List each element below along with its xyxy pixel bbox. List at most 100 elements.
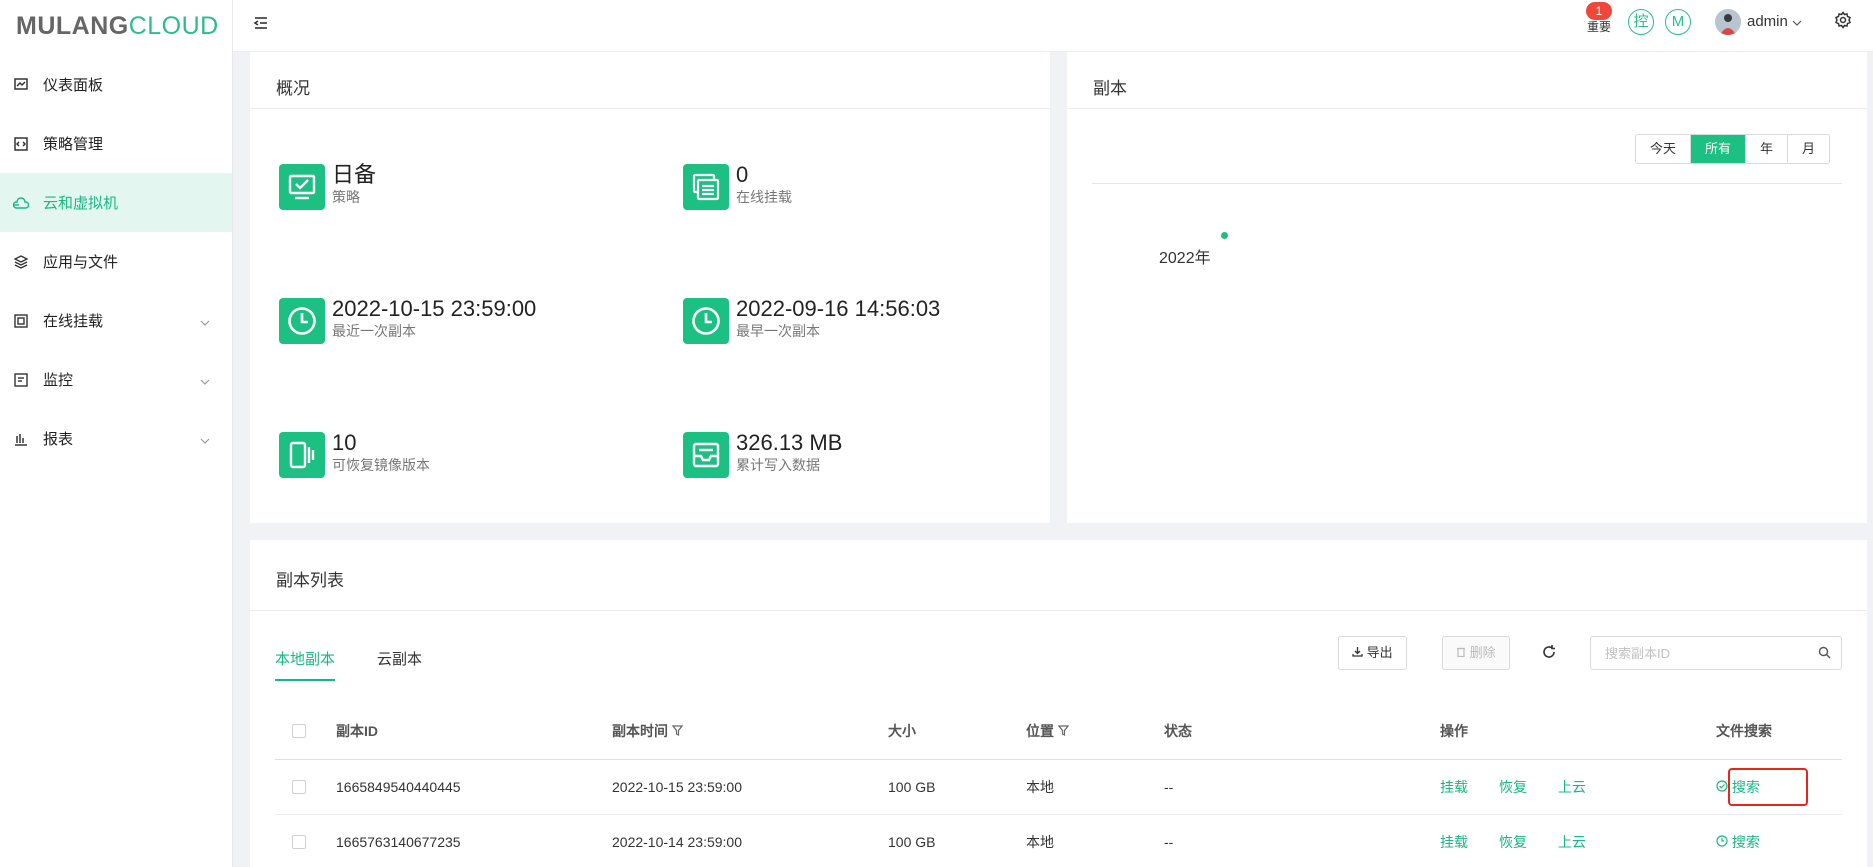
replica-location: 本地 bbox=[1026, 779, 1054, 795]
replica-location: 本地 bbox=[1026, 834, 1054, 850]
replica-size: 100 GB bbox=[888, 834, 936, 850]
control-circle-icon[interactable]: 控 bbox=[1628, 9, 1654, 35]
replica-size: 100 GB bbox=[888, 779, 936, 795]
download-icon bbox=[1352, 645, 1363, 660]
stat-earliest-replica: 2022-09-16 14:56:03 最早一次副本 bbox=[683, 296, 940, 344]
timeline-label: 2022年 bbox=[1159, 250, 1211, 267]
filter-year[interactable]: 年 bbox=[1745, 135, 1787, 163]
export-button[interactable]: 导出 bbox=[1338, 636, 1407, 670]
m-circle-icon[interactable]: M bbox=[1665, 9, 1691, 35]
stat-online-mount: 0 在线挂载 bbox=[683, 162, 792, 210]
highlight-box bbox=[1728, 768, 1808, 806]
sidebar-item-label: 云和虚拟机 bbox=[43, 195, 119, 212]
sidebar-item-apps-files[interactable]: 应用与文件 bbox=[0, 232, 232, 291]
brand-part1: MULANG bbox=[16, 11, 129, 40]
tab-cloud-replica[interactable]: 云副本 bbox=[377, 648, 422, 681]
report-icon bbox=[12, 430, 30, 448]
username: admin bbox=[1747, 13, 1788, 30]
stat-value: 0 bbox=[736, 162, 749, 187]
sidebar-item-label: 监控 bbox=[43, 372, 74, 389]
alert-count-badge: 1 bbox=[1586, 2, 1612, 20]
sidebar-menu: 仪表面板 策略管理 云和虚拟机 应用与文件 在线挂载 监控 报表 bbox=[0, 55, 232, 468]
alert-label: 重要 bbox=[1586, 20, 1611, 34]
restore-link[interactable]: 恢复 bbox=[1499, 760, 1527, 815]
filter-month[interactable]: 月 bbox=[1787, 135, 1829, 163]
table-header: 副本ID 副本时间 大小 位置 状态 操作 文件搜索 bbox=[275, 704, 1842, 760]
row-checkbox[interactable] bbox=[292, 835, 306, 849]
stat-label: 可恢复镜像版本 bbox=[332, 457, 430, 473]
brand-logo[interactable]: MULANG CLOUD bbox=[0, 0, 232, 52]
gear-icon[interactable] bbox=[1834, 11, 1852, 34]
sidebar-item-dashboard[interactable]: 仪表面板 bbox=[0, 55, 232, 114]
chevron-down-icon bbox=[1792, 13, 1802, 30]
replica-time: 2022-10-15 23:59:00 bbox=[612, 779, 742, 795]
stat-label: 累计写入数据 bbox=[736, 457, 820, 473]
stat-restorable-versions: 10 可恢复镜像版本 bbox=[279, 430, 430, 478]
search-icon[interactable] bbox=[1818, 646, 1831, 664]
export-label: 导出 bbox=[1366, 645, 1393, 660]
versions-icon bbox=[279, 432, 325, 478]
refresh-icon[interactable] bbox=[1541, 644, 1557, 665]
replica-status: -- bbox=[1164, 834, 1174, 850]
policy-icon bbox=[12, 135, 30, 153]
inbox-icon bbox=[683, 432, 729, 478]
clock-icon bbox=[1716, 834, 1728, 850]
filter-icon[interactable] bbox=[1057, 723, 1070, 739]
file-search-link[interactable]: 搜索 bbox=[1716, 815, 1760, 867]
timeline-dot[interactable] bbox=[1221, 232, 1228, 239]
replica-id: 1665849540440445 bbox=[336, 779, 461, 795]
replica-table: 副本ID 副本时间 大小 位置 状态 操作 文件搜索 1665849540440… bbox=[275, 704, 1842, 867]
col-header: 状态 bbox=[1164, 723, 1192, 739]
upload-cloud-link[interactable]: 上云 bbox=[1558, 815, 1586, 867]
select-all-checkbox[interactable] bbox=[292, 724, 306, 738]
col-header[interactable]: 副本时间 bbox=[612, 704, 684, 759]
tab-local-replica[interactable]: 本地副本 bbox=[275, 648, 336, 681]
timeline-divider bbox=[1092, 183, 1842, 184]
chevron-down-icon bbox=[200, 372, 210, 389]
sidebar-item-label: 策略管理 bbox=[43, 136, 104, 153]
col-header: 大小 bbox=[888, 723, 916, 739]
stat-value: 日备 bbox=[332, 162, 377, 187]
clock-icon bbox=[279, 298, 325, 344]
sidebar-item-online-mount[interactable]: 在线挂载 bbox=[0, 291, 232, 350]
replica-card: 副本 今天 所有 年 月 2022年 bbox=[1067, 52, 1867, 523]
replica-search bbox=[1590, 636, 1842, 670]
sidebar-item-monitor[interactable]: 监控 bbox=[0, 350, 232, 409]
menu-collapse-icon[interactable] bbox=[253, 15, 269, 36]
row-checkbox[interactable] bbox=[292, 780, 306, 794]
table-row: 1665763140677235 2022-10-14 23:59:00 100… bbox=[275, 815, 1842, 867]
stat-written-data: 326.13 MB 累计写入数据 bbox=[683, 430, 842, 478]
filter-icon[interactable] bbox=[671, 723, 684, 739]
alert-indicator[interactable]: 1 重要 bbox=[1581, 2, 1617, 34]
top-header: 1 重要 控 M admin bbox=[233, 0, 1873, 52]
table-row: 1665849540440445 2022-10-15 23:59:00 100… bbox=[275, 760, 1842, 815]
delete-button[interactable]: 删除 bbox=[1442, 636, 1510, 670]
clock-icon bbox=[683, 298, 729, 344]
upload-cloud-link[interactable]: 上云 bbox=[1558, 760, 1586, 815]
replica-tabs: 本地副本 云副本 bbox=[275, 648, 464, 681]
search-input[interactable] bbox=[1605, 638, 1815, 668]
avatar[interactable] bbox=[1715, 9, 1741, 35]
mount-icon bbox=[12, 312, 30, 330]
stat-label: 在线挂载 bbox=[736, 189, 792, 205]
replica-status: -- bbox=[1164, 779, 1174, 795]
overview-title: 概况 bbox=[250, 52, 1050, 109]
mount-link[interactable]: 挂载 bbox=[1440, 760, 1468, 815]
sidebar-item-cloud-vm[interactable]: 云和虚拟机 bbox=[0, 173, 232, 232]
col-header: 文件搜索 bbox=[1716, 723, 1772, 739]
sidebar-item-policy[interactable]: 策略管理 bbox=[0, 114, 232, 173]
restore-link[interactable]: 恢复 bbox=[1499, 815, 1527, 867]
overview-card: 概况 日备 策略 0 在线挂载 2022-10-15 23:59:00 最近一次副本 … bbox=[250, 52, 1050, 523]
replica-title: 副本 bbox=[1067, 52, 1867, 109]
monitor-icon bbox=[12, 371, 30, 389]
stat-policy: 日备 策略 bbox=[279, 162, 377, 210]
filter-today[interactable]: 今天 bbox=[1636, 135, 1690, 163]
col-header[interactable]: 位置 bbox=[1026, 704, 1070, 759]
sidebar-item-report[interactable]: 报表 bbox=[0, 409, 232, 468]
stat-value: 10 bbox=[332, 430, 357, 455]
user-menu[interactable]: admin bbox=[1747, 13, 1802, 30]
mount-link[interactable]: 挂载 bbox=[1440, 815, 1468, 867]
delete-label: 删除 bbox=[1469, 645, 1496, 660]
chevron-down-icon bbox=[200, 313, 210, 330]
filter-all[interactable]: 所有 bbox=[1690, 135, 1746, 163]
